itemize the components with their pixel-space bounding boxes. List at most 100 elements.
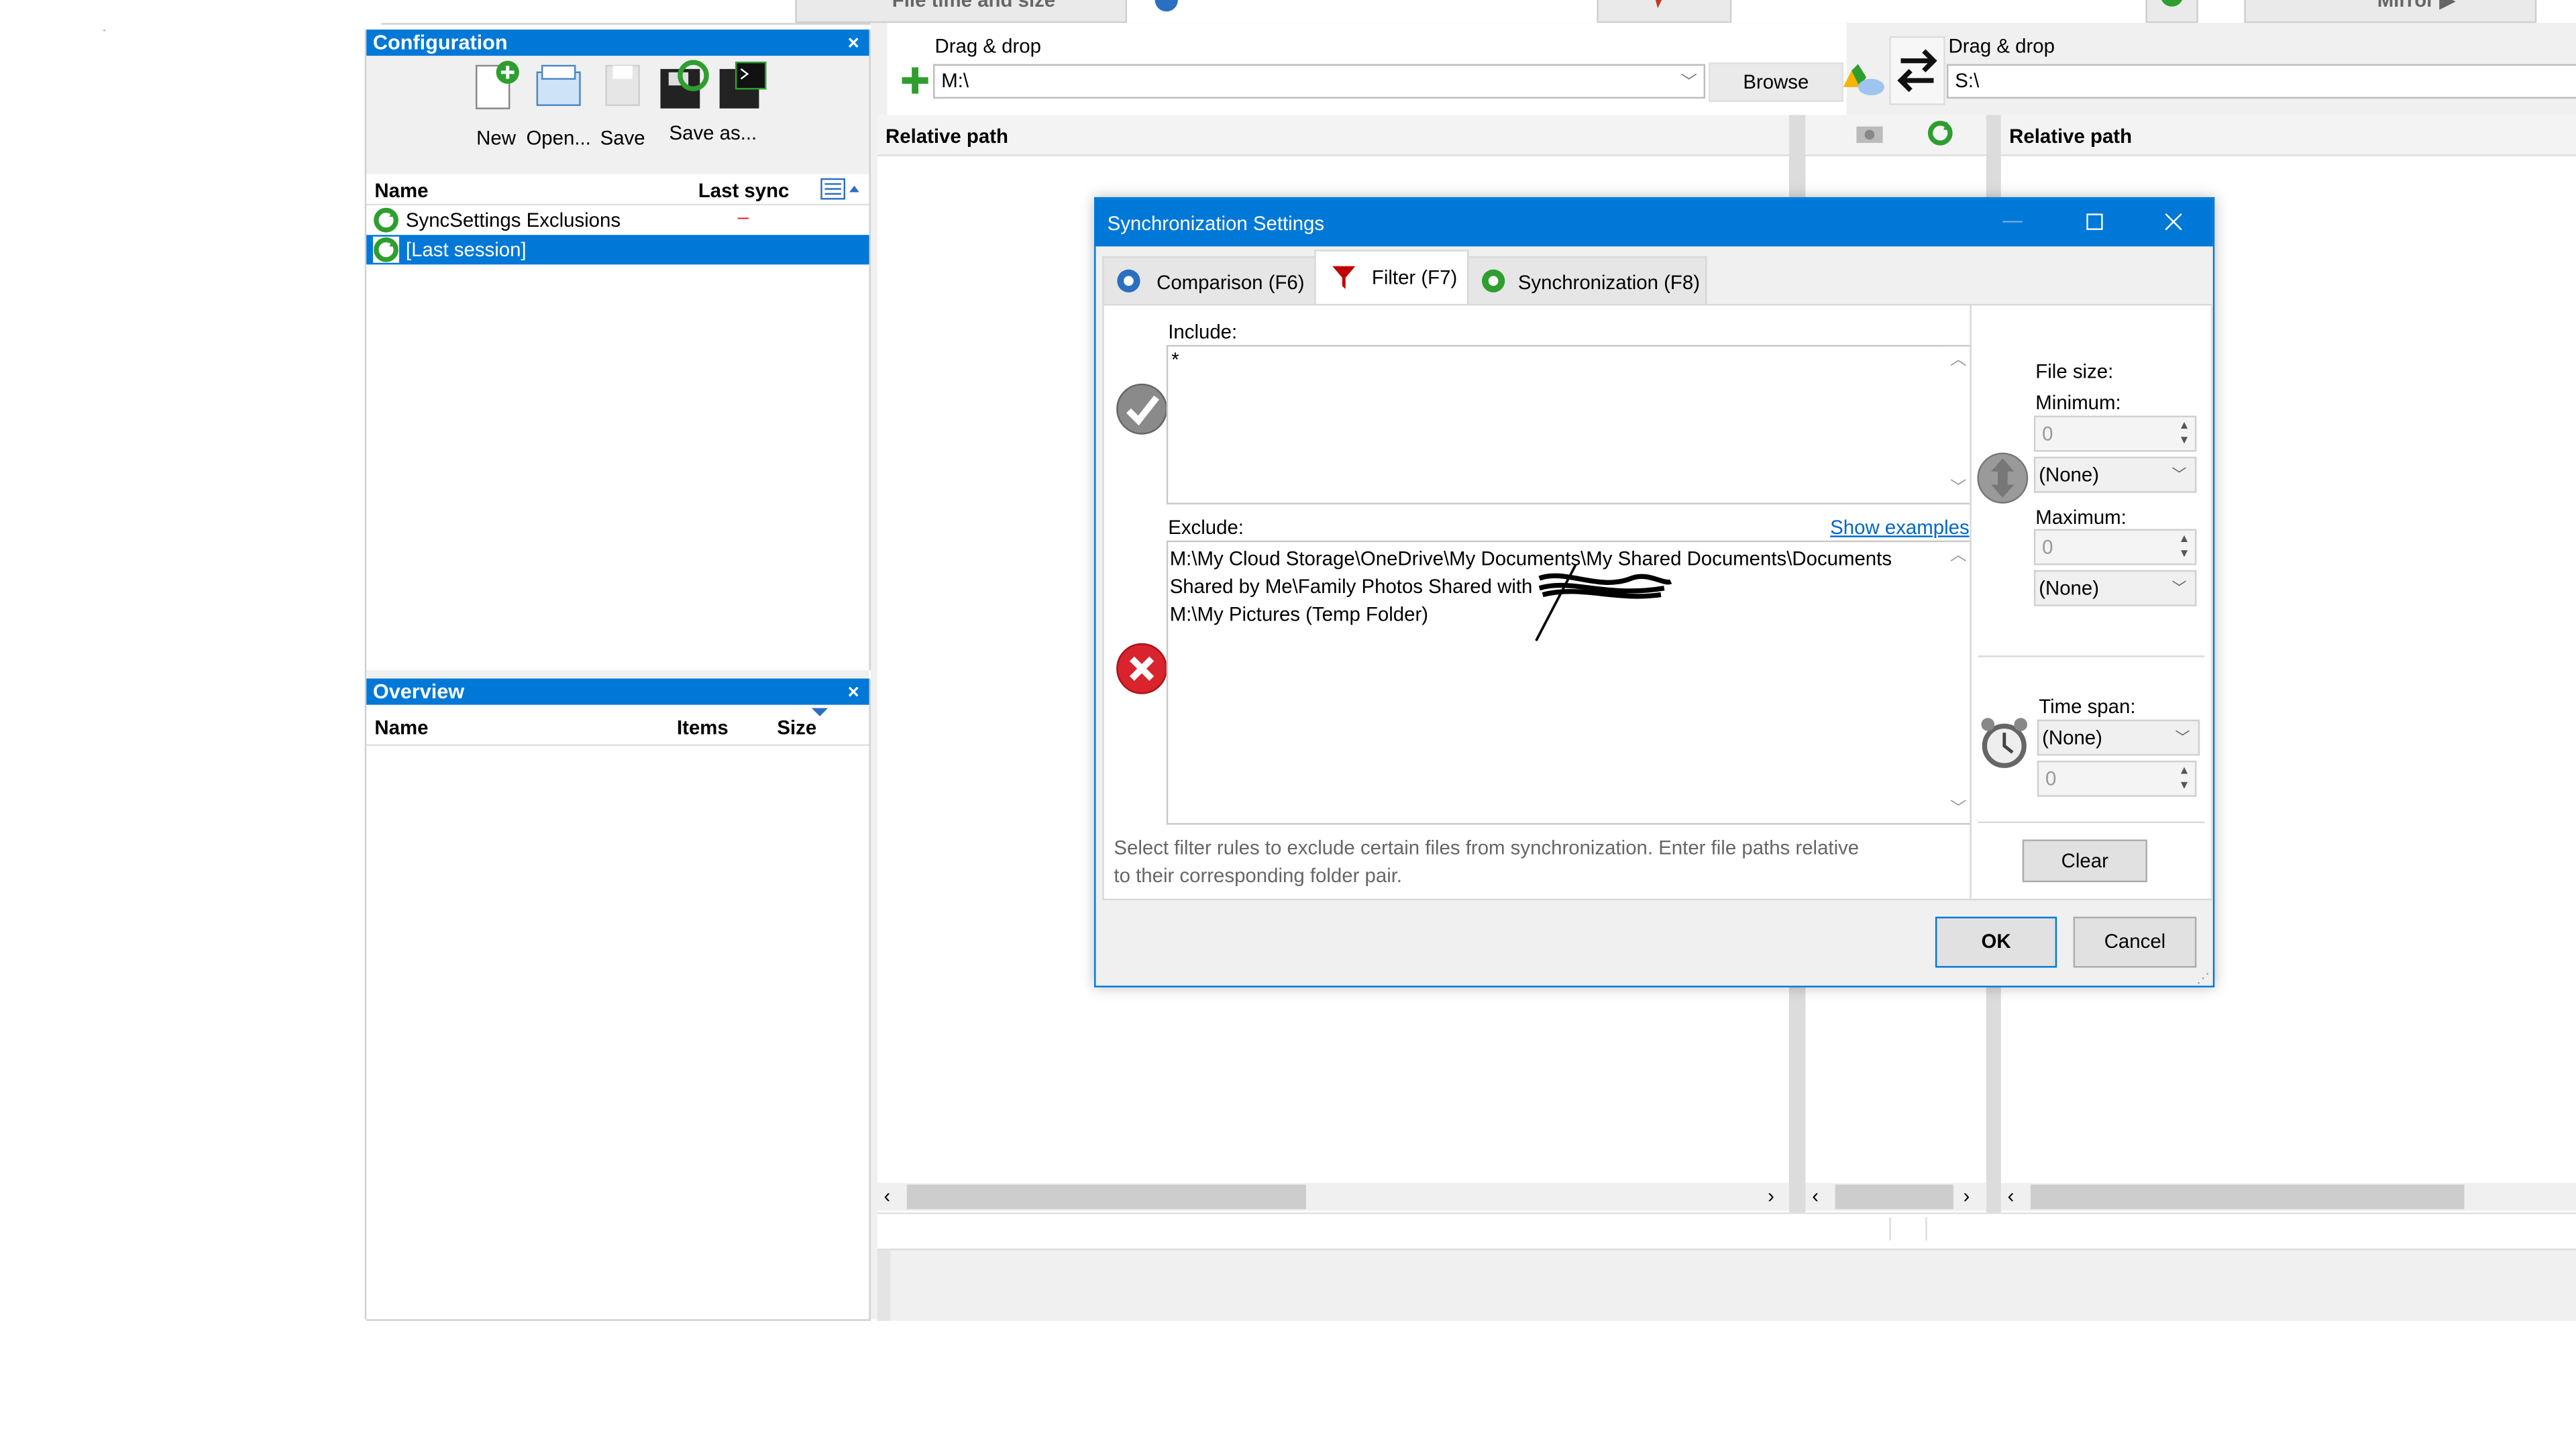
- cancel-button[interactable]: Cancel: [2073, 916, 2197, 968]
- right-drag-drop-label: Drag & drop: [1948, 34, 2055, 58]
- right-folder-path-input[interactable]: S:\: [1947, 64, 2576, 99]
- maximize-icon[interactable]: [2086, 213, 2103, 230]
- scroll-thumb[interactable]: [906, 1184, 1306, 1210]
- time-span-select[interactable]: (None) ﹀: [2037, 719, 2200, 756]
- chevron-down-icon: ﹀: [2171, 466, 2187, 484]
- spin-up-icon[interactable]: ▲: [2179, 532, 2190, 547]
- show-examples-link[interactable]: Show examples: [1830, 516, 1969, 539]
- scroll-left-icon[interactable]: ‹: [884, 1185, 891, 1208]
- scroll-thumb[interactable]: [2030, 1184, 2465, 1210]
- cloud-storage-icon[interactable]: [1837, 64, 1886, 97]
- sync-direction-icon[interactable]: [1927, 120, 1953, 146]
- configuration-close-icon[interactable]: ×: [848, 30, 859, 56]
- close-icon[interactable]: [2165, 213, 2182, 230]
- tab-synchronization[interactable]: Synchronization (F8): [1466, 256, 1707, 306]
- right-horizontal-scrollbar[interactable]: ‹: [2000, 1183, 2576, 1211]
- save-label: Save: [600, 126, 645, 150]
- spin-down-icon[interactable]: ▼: [2179, 779, 2190, 794]
- left-folder-path-input[interactable]: M:\ ﹀: [933, 64, 1706, 99]
- right-side-divider: [1970, 305, 1972, 899]
- minimum-unit-select[interactable]: (None) ﹀: [2033, 456, 2197, 493]
- sync-settings-dialog: Synchronization Settings — Comparison (F…: [1094, 197, 2215, 987]
- overview-size-column[interactable]: Size: [777, 716, 816, 739]
- new-document-icon: [475, 60, 519, 109]
- minimum-size-input[interactable]: 0 ▲ ▼: [2033, 415, 2197, 452]
- bottom-panel-grip[interactable]: [877, 1250, 891, 1321]
- save-config-button[interactable]: Save: [596, 59, 649, 150]
- save-disk-icon: [605, 64, 640, 106]
- scroll-right-icon[interactable]: ›: [1768, 1185, 1774, 1208]
- new-config-button[interactable]: New: [468, 59, 524, 150]
- config-list-item[interactable]: SyncSettings Exclusions –: [366, 205, 869, 235]
- scroll-up-icon[interactable]: ︿: [1950, 542, 1966, 570]
- start-compare-button[interactable]: [1597, 0, 1732, 23]
- sync-settings-icon[interactable]: [2145, 0, 2198, 23]
- chevron-down-icon: ﹀: [2175, 729, 2190, 746]
- tab-filter[interactable]: Filter (F7): [1314, 250, 1469, 306]
- alarm-clock-icon: [1981, 718, 2028, 768]
- maximum-unit-value: (None): [2039, 576, 2100, 600]
- spin-up-icon[interactable]: ▲: [2179, 419, 2190, 433]
- minimize-icon[interactable]: —: [2002, 209, 2022, 231]
- spin-down-icon[interactable]: ▼: [2179, 434, 2190, 449]
- maximum-unit-select[interactable]: (None) ﹀: [2033, 570, 2197, 606]
- add-folder-pair-icon[interactable]: [900, 66, 930, 95]
- compare-variant-button[interactable]: File time and size: [795, 0, 1128, 23]
- include-text: *: [1171, 348, 1179, 372]
- config-name-column[interactable]: Name: [374, 179, 428, 202]
- overview-name-column[interactable]: Name: [374, 716, 428, 739]
- maximum-size-input[interactable]: 0 ▲ ▼: [2033, 529, 2197, 566]
- main-left-border: [870, 23, 877, 1320]
- resize-grip-icon[interactable]: ⋰: [2196, 971, 2210, 985]
- clear-button[interactable]: Clear: [2022, 839, 2147, 883]
- sync-variant-button[interactable]: Mirror ▶: [2244, 0, 2537, 23]
- scroll-up-icon[interactable]: ︿: [1950, 347, 1966, 375]
- scroll-left-icon[interactable]: ‹: [2008, 1185, 2015, 1208]
- right-relative-path-header[interactable]: Relative path: [2009, 125, 2132, 148]
- middle-horizontal-scrollbar[interactable]: ‹ ›: [1805, 1183, 1986, 1211]
- left-horizontal-scrollbar[interactable]: ‹ ›: [877, 1183, 1789, 1211]
- file-size-arrows-icon: [1977, 452, 2029, 504]
- ok-button[interactable]: OK: [1935, 916, 2057, 968]
- save-as-batch-icon: [660, 60, 709, 109]
- exclude-scrollbar[interactable]: ︿ ﹀: [1943, 542, 1970, 823]
- save-as-script-icon: [719, 61, 767, 109]
- left-relative-path-header[interactable]: Relative path: [885, 125, 1008, 148]
- panel-splitter[interactable]: [366, 670, 869, 679]
- overview-close-icon[interactable]: ×: [848, 678, 859, 704]
- sync-config-icon: [372, 236, 400, 263]
- scroll-down-icon[interactable]: ﹀: [1950, 475, 1966, 503]
- filter-hint-line: to their corresponding folder pair.: [1114, 864, 1403, 888]
- exclude-textarea[interactable]: M:\My Cloud Storage\OneDrive\My Document…: [1166, 540, 1972, 825]
- spin-up-icon[interactable]: ▲: [2179, 764, 2190, 779]
- filter-content: Include: * ︿ ﹀ Exclude: Show examples M:…: [1102, 304, 2213, 901]
- include-textarea[interactable]: * ︿ ﹀: [1166, 345, 1972, 504]
- open-config-button[interactable]: Open...: [524, 59, 593, 150]
- scroll-right-icon[interactable]: ›: [1964, 1185, 1970, 1208]
- scroll-left-icon[interactable]: ‹: [1812, 1185, 1819, 1208]
- config-list-item-selected[interactable]: [Last session]: [366, 235, 869, 265]
- time-span-label: Time span:: [2039, 694, 2136, 718]
- minimum-size-value: 0: [2042, 422, 2053, 445]
- tab-comparison[interactable]: Comparison (F6): [1102, 256, 1316, 306]
- scroll-down-icon[interactable]: ﹀: [1950, 795, 1966, 823]
- config-last-sync-column[interactable]: Last sync: [698, 179, 790, 202]
- time-span-number-input[interactable]: 0 ▲ ▼: [2037, 760, 2197, 797]
- save-as-config-button[interactable]: Save as...: [652, 59, 773, 145]
- spin-down-icon[interactable]: ▼: [2179, 547, 2190, 562]
- include-scrollbar[interactable]: ︿ ﹀: [1943, 346, 1970, 503]
- left-browse-button[interactable]: Browse: [1708, 62, 1843, 102]
- chevron-down-icon: ﹀: [2171, 580, 2187, 596]
- swap-arrows-icon: [1897, 49, 1937, 93]
- scroll-thumb[interactable]: [1835, 1184, 1953, 1210]
- folder-pair-bar: Drag & drop M:\ ﹀ Browse Drag & drop S:\: [870, 23, 2576, 115]
- swap-sides-button[interactable]: [1889, 36, 1945, 105]
- exclude-line: M:\My Pictures (Temp Folder): [1169, 602, 1429, 627]
- status-divider: [1889, 1217, 1891, 1240]
- column-options-icon[interactable]: [820, 177, 863, 200]
- chevron-down-icon[interactable]: ﹀: [1680, 67, 1697, 92]
- configuration-toolbar: New Open... Save Save as...: [366, 56, 869, 174]
- overview-items-column[interactable]: Items: [677, 716, 729, 739]
- compare-settings-gear-icon[interactable]: [1144, 0, 1190, 19]
- camera-icon[interactable]: [1855, 121, 1884, 144]
